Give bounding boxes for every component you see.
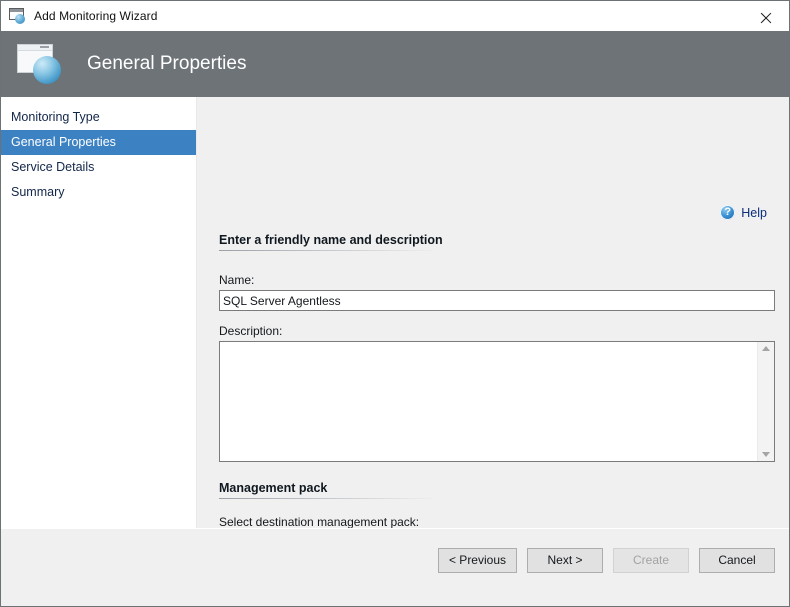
help-label: Help xyxy=(741,205,767,220)
cancel-button[interactable]: Cancel xyxy=(699,548,775,573)
window-title: Add Monitoring Wizard xyxy=(34,9,158,23)
sidebar-item-summary[interactable]: Summary xyxy=(1,180,196,205)
wizard-step-list: Monitoring Type General Properties Servi… xyxy=(1,97,197,528)
sidebar-item-general-properties[interactable]: General Properties xyxy=(1,130,196,155)
help-link[interactable]: Help xyxy=(720,204,767,220)
footer: < Previous Next > Create Cancel xyxy=(1,528,789,606)
window-sphere-icon xyxy=(15,40,67,88)
help-circle-icon xyxy=(720,204,736,220)
management-pack-select-label: Select destination management pack: xyxy=(219,515,420,529)
header-banner: General Properties xyxy=(1,31,789,97)
title-bar: Add Monitoring Wizard xyxy=(1,1,789,31)
create-button: Create xyxy=(613,548,689,573)
add-monitoring-wizard-window: Add Monitoring Wizard General Properties… xyxy=(0,0,790,607)
name-input[interactable] xyxy=(219,290,775,311)
general-section-title: Enter a friendly name and description xyxy=(219,233,443,247)
sidebar-item-monitoring-type[interactable]: Monitoring Type xyxy=(1,105,196,130)
chevron-up-icon[interactable] xyxy=(762,346,770,351)
footer-button-group: < Previous Next > Create Cancel xyxy=(437,548,775,573)
management-pack-section-title: Management pack xyxy=(219,481,328,495)
content-panel: Help Enter a friendly name and descripti… xyxy=(197,97,789,555)
previous-button[interactable]: < Previous xyxy=(437,548,517,573)
description-label: Description: xyxy=(219,324,283,338)
description-field-wrapper xyxy=(219,341,775,462)
close-icon xyxy=(761,11,772,22)
description-scrollbar[interactable] xyxy=(757,342,774,461)
name-label: Name: xyxy=(219,273,255,287)
description-input[interactable] xyxy=(220,342,757,461)
page-title: General Properties xyxy=(87,53,247,74)
section-divider xyxy=(219,498,439,499)
section-divider xyxy=(219,250,439,251)
chevron-down-icon[interactable] xyxy=(762,452,770,457)
next-button[interactable]: Next > xyxy=(527,548,603,573)
sidebar-item-service-details[interactable]: Service Details xyxy=(1,155,196,180)
body: Monitoring Type General Properties Servi… xyxy=(1,97,789,555)
close-button[interactable] xyxy=(743,1,789,31)
window-sphere-icon xyxy=(9,8,27,24)
